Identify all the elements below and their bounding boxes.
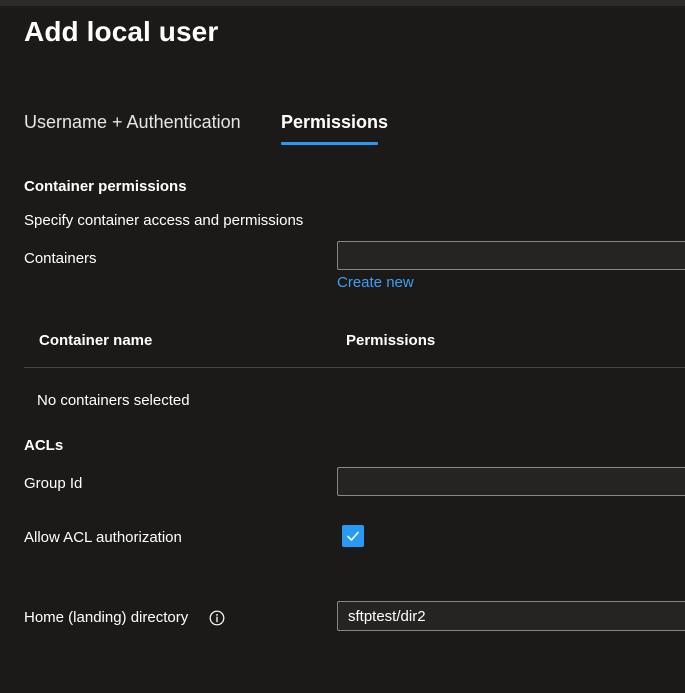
home-directory-label: Home (landing) directory <box>24 609 189 626</box>
group-id-input[interactable] <box>337 467 685 496</box>
column-header-container-name: Container name <box>39 332 153 349</box>
create-new-link[interactable]: Create new <box>337 274 414 291</box>
container-permissions-heading: Container permissions <box>24 178 187 195</box>
empty-table-message: No containers selected <box>37 392 190 409</box>
top-bar <box>0 0 685 6</box>
info-icon[interactable] <box>209 610 225 626</box>
containers-input[interactable] <box>337 241 685 270</box>
home-directory-input[interactable] <box>337 601 685 631</box>
allow-acl-checkbox[interactable] <box>342 525 364 547</box>
table-header-divider <box>24 367 685 368</box>
checkmark-icon <box>347 531 359 541</box>
selected-tab-indicator <box>281 142 378 145</box>
page-title: Add local user <box>24 16 219 47</box>
column-header-permissions: Permissions <box>346 332 436 349</box>
containers-label: Containers <box>24 250 97 267</box>
container-permissions-description: Specify container access and permissions <box>24 212 304 229</box>
add-local-user-page: Add local user Username + Authentication… <box>0 0 685 693</box>
tab-username-authentication[interactable]: Username + Authentication <box>24 112 241 133</box>
acls-heading: ACLs <box>24 437 64 454</box>
tab-permissions[interactable]: Permissions <box>281 112 388 133</box>
allow-acl-label: Allow ACL authorization <box>24 529 182 546</box>
group-id-label: Group Id <box>24 475 83 492</box>
